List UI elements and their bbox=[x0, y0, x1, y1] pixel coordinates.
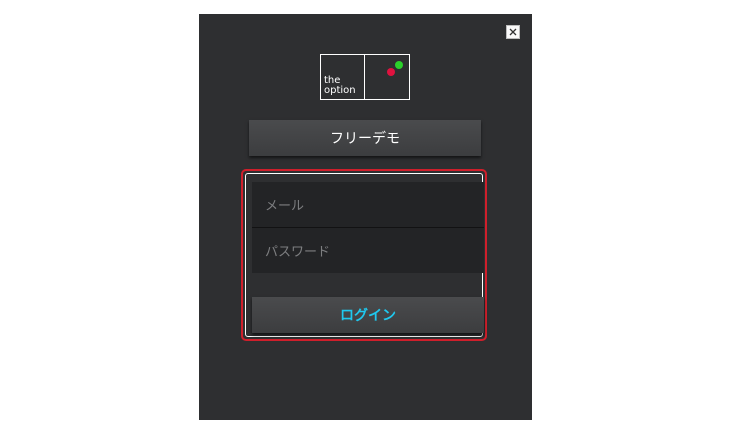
logo: the option bbox=[320, 54, 410, 100]
logo-text-box: the option bbox=[321, 55, 365, 99]
free-demo-button[interactable]: フリーデモ bbox=[249, 120, 481, 156]
logo-text: the option bbox=[324, 75, 356, 96]
login-form-highlight: メール パスワード ログイン bbox=[241, 169, 487, 341]
green-dot-icon bbox=[395, 61, 403, 69]
email-field[interactable]: メール bbox=[252, 182, 484, 227]
page: the option フリーデモ メール パスワード ログイン bbox=[0, 0, 730, 442]
logo-dots-box bbox=[365, 55, 409, 99]
login-form: メール パスワード ログイン bbox=[245, 173, 484, 337]
password-field[interactable]: パスワード bbox=[252, 228, 484, 273]
login-button[interactable]: ログイン bbox=[252, 297, 484, 333]
close-icon bbox=[509, 28, 517, 36]
red-dot-icon bbox=[387, 68, 395, 76]
close-button[interactable] bbox=[506, 25, 520, 39]
login-window: the option フリーデモ メール パスワード ログイン bbox=[199, 14, 532, 420]
